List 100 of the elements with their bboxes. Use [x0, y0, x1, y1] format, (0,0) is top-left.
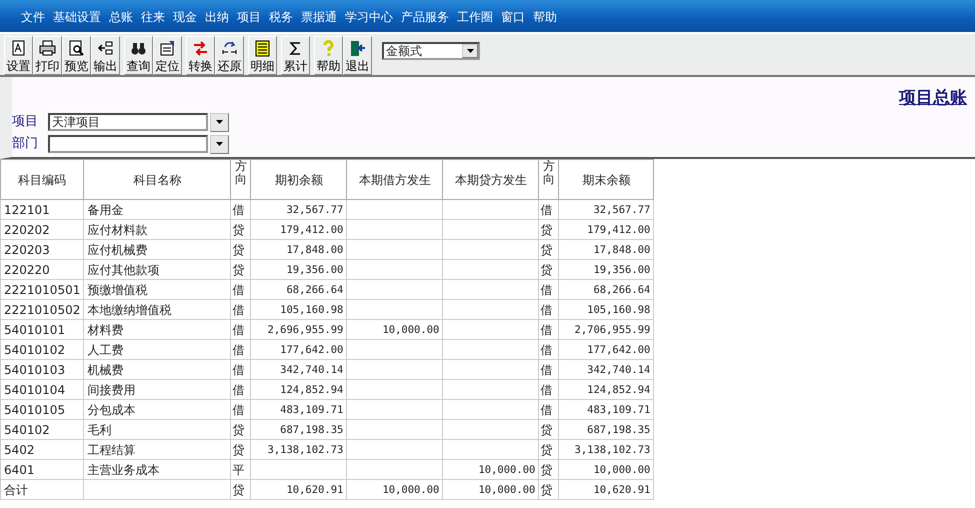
- table-cell: 2221010502: [0, 300, 84, 320]
- table-cell: 220202: [0, 220, 84, 240]
- table-cell: 预缴增值税: [84, 280, 231, 300]
- toolbar-button[interactable]: 明细: [248, 36, 277, 75]
- table-cell: 5402: [0, 440, 84, 460]
- table-cell: 借: [230, 400, 251, 420]
- toolbar-button[interactable]: 累计: [281, 36, 310, 75]
- table-cell: 483,109.71: [250, 400, 347, 420]
- menu-item[interactable]: 往来: [137, 0, 169, 32]
- toolbar-button[interactable]: 还原: [215, 36, 244, 75]
- menu-item[interactable]: 工作圈: [453, 0, 497, 32]
- table-cell: 2,696,955.99: [250, 320, 347, 340]
- dropdown-button[interactable]: [210, 112, 229, 132]
- table-cell: 19,356.00: [250, 260, 347, 280]
- filter-field[interactable]: [48, 135, 208, 153]
- table-cell: 应付其他款项: [84, 260, 231, 280]
- table-cell: 合计: [0, 480, 84, 500]
- table-cell: 124,852.94: [250, 380, 347, 400]
- table-cell: 122101: [0, 200, 84, 220]
- column-header: 期末余额: [558, 160, 654, 200]
- restore-icon: [221, 40, 238, 57]
- table-cell: 贷: [230, 240, 251, 260]
- table-cell: 10,000.00: [442, 480, 539, 500]
- table-cell: 借: [538, 400, 559, 420]
- toolbar-button[interactable]: 设置: [4, 36, 33, 75]
- table-cell: 借: [538, 360, 559, 380]
- table-cell: 借: [230, 280, 251, 300]
- table-cell: 借: [538, 280, 559, 300]
- table-cell: 10,000.00: [558, 460, 654, 480]
- table-cell: 3,138,102.73: [250, 440, 347, 460]
- menu-item[interactable]: 总账: [105, 0, 137, 32]
- column-header: 本期贷方发生: [442, 160, 539, 200]
- table-cell: 10,620.91: [250, 480, 347, 500]
- table-cell: 2221010501: [0, 280, 84, 300]
- column-header: 科目名称: [84, 160, 231, 200]
- menu-item[interactable]: 现金: [169, 0, 201, 32]
- table-cell: 68,266.64: [250, 280, 347, 300]
- table-cell: 贷: [230, 440, 251, 460]
- table-cell: 220220: [0, 260, 84, 280]
- table-cell: 6401: [0, 460, 84, 480]
- menu-item[interactable]: 文件: [17, 0, 49, 32]
- menu-item[interactable]: 窗口: [497, 0, 529, 32]
- format-select[interactable]: 金额式: [382, 42, 480, 60]
- table-cell: 342,740.14: [250, 360, 347, 380]
- table-cell: 105,160.98: [250, 300, 347, 320]
- table-cell: 220203: [0, 240, 84, 260]
- menu-item[interactable]: 税务: [265, 0, 297, 32]
- table-cell: 材料费: [84, 320, 231, 340]
- table-cell: 借: [538, 380, 559, 400]
- menu-item[interactable]: 帮助: [529, 0, 561, 32]
- table-cell: 54010104: [0, 380, 84, 400]
- table-cell: 借: [230, 300, 251, 320]
- menu-item[interactable]: 出纳: [201, 0, 233, 32]
- table-cell: 10,000.00: [346, 480, 443, 500]
- report-title: 项目总账: [899, 87, 967, 110]
- table-cell: 179,412.00: [558, 220, 654, 240]
- table-cell: 2,706,955.99: [558, 320, 654, 340]
- table-cell: 贷: [538, 260, 559, 280]
- table-cell: 贷: [538, 220, 559, 240]
- table-cell: 32,567.77: [558, 200, 654, 220]
- dropdown-arrow-icon: [216, 142, 223, 146]
- menu-item[interactable]: 项目: [233, 0, 265, 32]
- menu-item[interactable]: 产品服务: [397, 0, 453, 32]
- table-cell: 贷: [538, 420, 559, 440]
- toolbar-button[interactable]: 定位: [153, 36, 182, 75]
- table-cell: 贷: [538, 460, 559, 480]
- table-cell: 本地缴纳增值税: [84, 300, 231, 320]
- toolbar-button[interactable]: 预览: [62, 36, 91, 75]
- export-icon: [97, 40, 114, 57]
- exit-door-icon: [349, 40, 366, 57]
- menu-item[interactable]: 学习中心: [341, 0, 397, 32]
- filter-field[interactable]: 天津项目: [48, 113, 208, 131]
- table-cell: 机械费: [84, 360, 231, 380]
- toolbar-button[interactable]: 退出: [343, 36, 372, 75]
- table-cell: 54010105: [0, 400, 84, 420]
- toolbar-button[interactable]: 打印: [33, 36, 62, 75]
- dropdown-button[interactable]: [210, 134, 229, 154]
- swap-icon: [192, 40, 209, 57]
- table-cell: 借: [230, 320, 251, 340]
- table-cell: 平: [230, 460, 251, 480]
- toolbar-button[interactable]: 输出: [91, 36, 120, 75]
- table-cell: 间接费用: [84, 380, 231, 400]
- toolbar-button[interactable]: 帮助: [314, 36, 343, 75]
- table-cell: 借: [230, 200, 251, 220]
- menu-item[interactable]: 基础设置: [49, 0, 105, 32]
- filter-label: 项目: [12, 113, 39, 132]
- table-cell: 贷: [230, 220, 251, 240]
- table-cell: 毛利: [84, 420, 231, 440]
- table-cell: 54010102: [0, 340, 84, 360]
- table-cell: 10,620.91: [558, 480, 654, 500]
- table-cell: 借: [538, 320, 559, 340]
- table-cell: 483,109.71: [558, 400, 654, 420]
- toolbar-button[interactable]: 转换: [186, 36, 215, 75]
- table-cell: 借: [538, 300, 559, 320]
- menu-item[interactable]: 票据通: [297, 0, 341, 32]
- table-cell: 54010101: [0, 320, 84, 340]
- document-icon: [10, 40, 27, 57]
- toolbar-button[interactable]: 查询: [124, 36, 153, 75]
- table-cell: 贷: [230, 260, 251, 280]
- table-cell: 687,198.35: [558, 420, 654, 440]
